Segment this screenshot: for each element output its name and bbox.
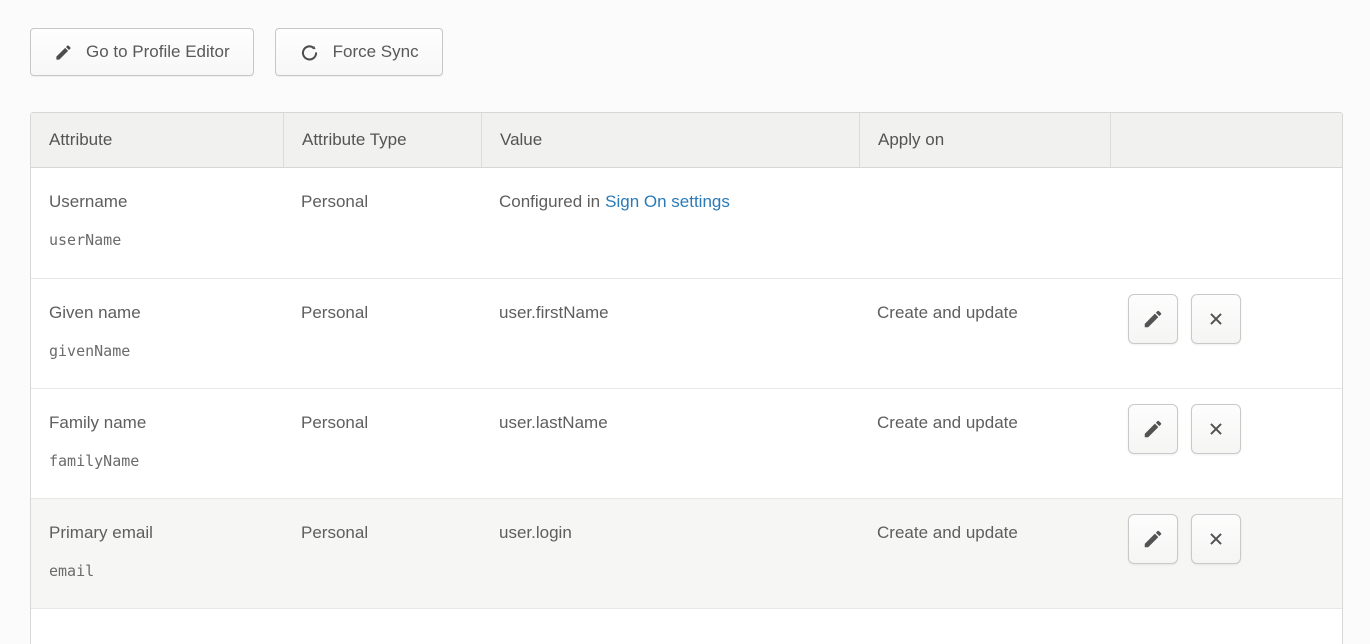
actions-cell [1110, 168, 1342, 278]
table-row-family-name: Family name familyName Personal user.las… [31, 388, 1342, 498]
edit-attribute-button[interactable] [1128, 514, 1178, 564]
force-sync-button[interactable]: Force Sync [275, 28, 443, 76]
attribute-cell: Given name givenName [31, 279, 283, 388]
go-to-profile-editor-label: Go to Profile Editor [86, 42, 230, 62]
go-to-profile-editor-button[interactable]: Go to Profile Editor [30, 28, 254, 76]
apply-on-cell: Create and update [859, 389, 1110, 498]
column-header-actions [1110, 113, 1342, 167]
attribute-name: givenName [49, 342, 269, 360]
attribute-name: userName [49, 231, 269, 249]
column-header-value: Value [481, 113, 859, 167]
table-row-given-name: Given name givenName Personal user.first… [31, 278, 1342, 388]
pencil-icon [1142, 528, 1164, 550]
actions-cell [1110, 499, 1342, 608]
attribute-label: Given name [49, 303, 269, 323]
column-header-attribute-type: Attribute Type [283, 113, 481, 167]
actions-cell [1110, 279, 1342, 388]
attribute-mappings-table: Attribute Attribute Type Value Apply on … [30, 112, 1343, 644]
column-header-attribute: Attribute [31, 113, 283, 167]
actions-cell [1110, 389, 1342, 498]
value-prefix: Configured in [499, 192, 600, 211]
attribute-type-cell: Personal [283, 499, 481, 608]
table-row-partial [31, 608, 1342, 644]
edit-attribute-button[interactable] [1128, 294, 1178, 344]
apply-on-cell: Create and update [859, 279, 1110, 388]
attribute-label: Username [49, 192, 269, 212]
apply-on-cell: Create and update [859, 499, 1110, 608]
pencil-icon [1142, 418, 1164, 440]
attribute-name: email [49, 562, 269, 580]
remove-attribute-button[interactable] [1191, 514, 1241, 564]
pencil-icon [54, 43, 73, 62]
attribute-cell: Username userName [31, 168, 283, 278]
apply-on-cell [859, 168, 1110, 278]
close-icon [1205, 418, 1227, 440]
table-header-row: Attribute Attribute Type Value Apply on [31, 113, 1342, 168]
toolbar: Go to Profile Editor Force Sync [30, 28, 443, 76]
table-row-username: Username userName Personal Configured in… [31, 168, 1342, 278]
attribute-cell: Primary email email [31, 499, 283, 608]
attribute-cell: Family name familyName [31, 389, 283, 498]
attribute-label: Family name [49, 413, 269, 433]
edit-attribute-button[interactable] [1128, 404, 1178, 454]
attribute-label: Primary email [49, 523, 269, 543]
remove-attribute-button[interactable] [1191, 294, 1241, 344]
table-row-primary-email: Primary email email Personal user.login … [31, 498, 1342, 608]
remove-attribute-button[interactable] [1191, 404, 1241, 454]
close-icon [1205, 528, 1227, 550]
column-header-apply-on: Apply on [859, 113, 1110, 167]
attribute-type-cell: Personal [283, 168, 481, 278]
value-cell: user.firstName [481, 279, 859, 388]
force-sync-label: Force Sync [333, 42, 419, 62]
attribute-type-cell: Personal [283, 279, 481, 388]
value-cell: user.login [481, 499, 859, 608]
close-icon [1205, 308, 1227, 330]
value-cell: Configured in Sign On settings [481, 168, 859, 278]
attribute-type-cell: Personal [283, 389, 481, 498]
refresh-icon [299, 42, 320, 63]
attribute-mappings-page: Go to Profile Editor Force Sync Attribut… [0, 0, 1370, 644]
value-cell: user.lastName [481, 389, 859, 498]
attribute-name: familyName [49, 452, 269, 470]
pencil-icon [1142, 308, 1164, 330]
sign-on-settings-link[interactable]: Sign On settings [605, 192, 730, 211]
